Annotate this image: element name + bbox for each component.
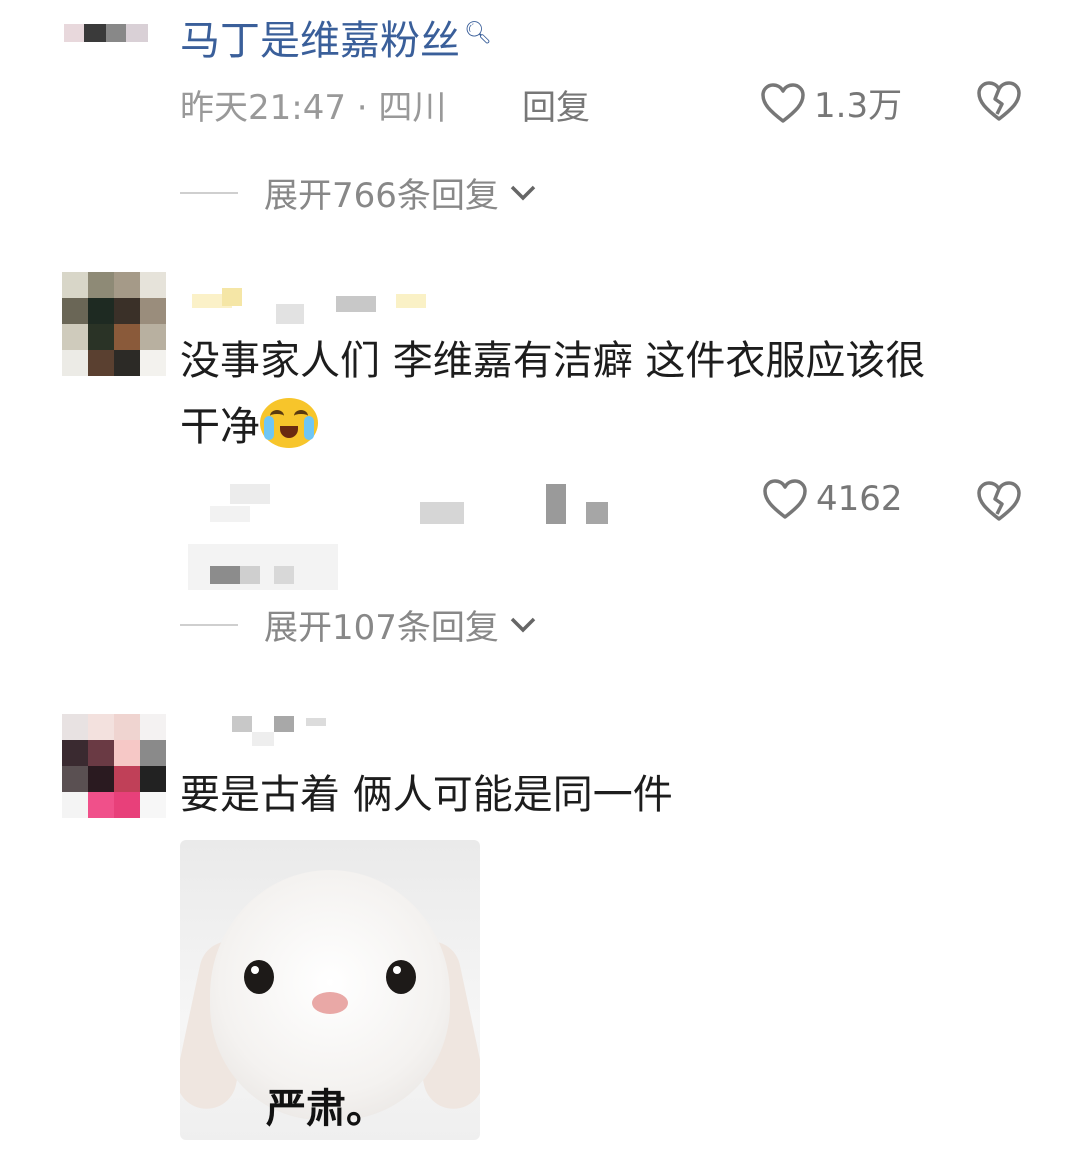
reply-label[interactable]: 回复 [522,88,590,128]
like-count: 1.3万 [814,86,903,126]
comment-text: 要是古着 俩人可能是同一件 [180,762,673,828]
blurred-avatar-strip [64,24,148,42]
crying-laughing-emoji-icon [260,398,318,448]
blurred-username [186,712,346,752]
divider-dash [180,623,238,626]
blurred-meta [200,478,620,528]
sticker-eye-left [244,960,274,994]
blurred-reply-preview [188,544,338,590]
comment-text: 没事家人们 李维嘉有洁癖 这件衣服应该很 干净 [180,328,1040,460]
comment-meta: 昨天21:47 · 四川 [180,80,446,129]
divider-dash [180,191,238,194]
comment-text-line2-words: 干净 [180,404,260,450]
dislike-button[interactable] [976,480,1022,522]
search-icon: 🔍︎ [464,20,492,46]
comment-text-line: 要是古着 俩人可能是同一件 [180,772,673,818]
expand-replies-label[interactable]: 展开766条回复 [264,168,499,217]
expand-replies-107[interactable]: 展开107条回复 [180,600,537,649]
comment-time-location: 昨天21:47 · 四川 [180,88,447,128]
like-button[interactable]: 1.3万 [760,78,902,127]
like-button[interactable]: 4162 [762,478,903,520]
blurred-username [186,288,436,328]
comment-text-line1: 没事家人们 李维嘉有洁癖 这件衣服应该很 [180,338,926,384]
heart-icon[interactable] [760,82,806,124]
hashtag-link-text[interactable]: 马丁是维嘉粉丝 [180,18,460,64]
like-count: 4162 [816,479,903,519]
heart-icon[interactable] [762,478,808,520]
reply-button[interactable]: 回复 [522,80,590,129]
sticker-nose [312,992,348,1014]
expand-replies-label[interactable]: 展开107条回复 [264,600,499,649]
rabbit-sticker-image[interactable]: 严肃。 [180,840,480,1140]
broken-heart-icon[interactable] [976,480,1022,522]
dislike-button[interactable] [976,80,1022,122]
hashtag-link[interactable]: 马丁是维嘉粉丝 🔍︎ [180,8,492,66]
chevron-down-icon [510,185,536,200]
sticker-caption: 严肃。 [266,1086,386,1132]
sticker-eye-right [386,960,416,994]
avatar[interactable] [62,272,166,376]
expand-replies-766[interactable]: 展开766条回复 [180,168,537,217]
chevron-down-icon [510,617,536,632]
broken-heart-icon[interactable] [976,80,1022,122]
comment-text-line2: 干净 [180,394,1040,460]
avatar[interactable] [62,714,166,818]
